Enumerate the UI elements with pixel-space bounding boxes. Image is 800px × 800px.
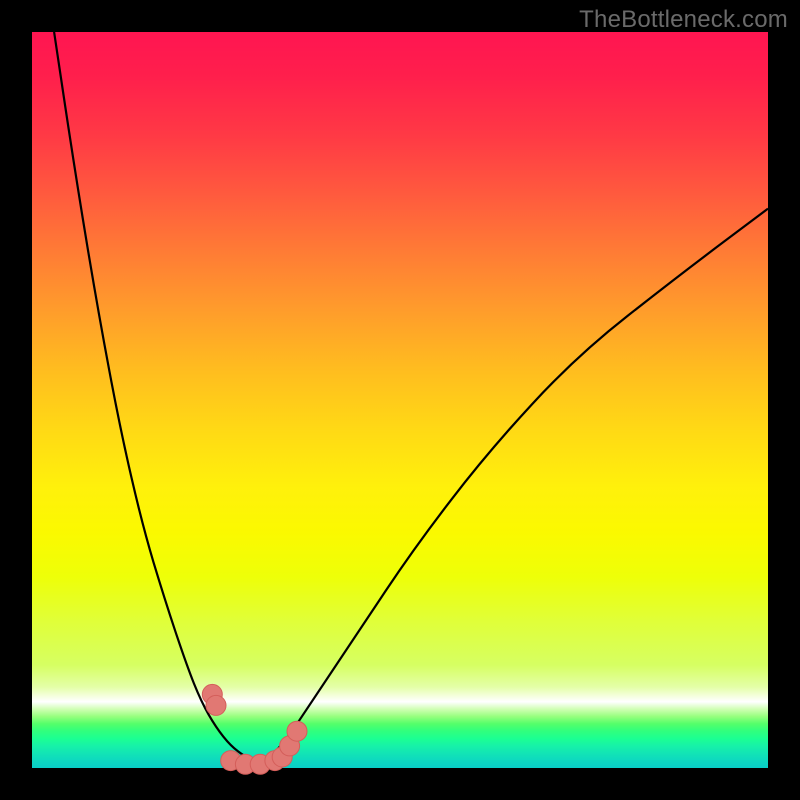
watermark-text: TheBottleneck.com: [579, 6, 788, 34]
gradient-plot-area: [32, 32, 768, 768]
